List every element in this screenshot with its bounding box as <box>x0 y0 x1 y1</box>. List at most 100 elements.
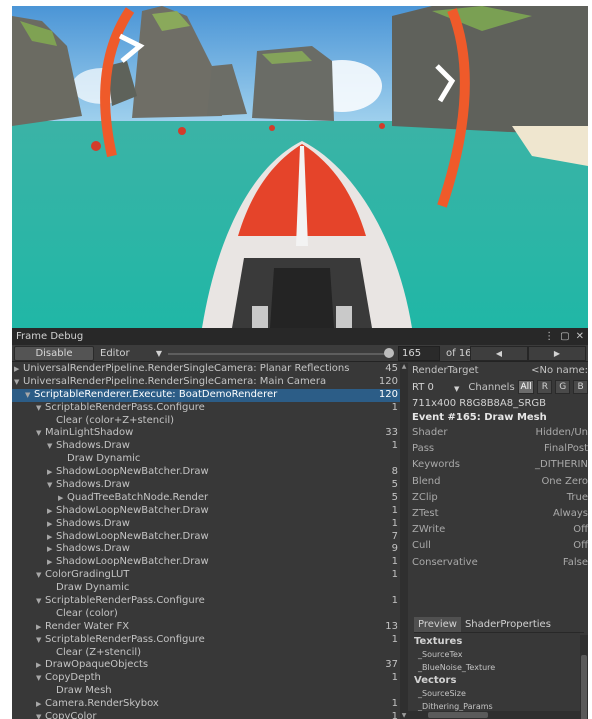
expanded-arrow-icon[interactable]: ▼ <box>36 402 45 415</box>
window-menu-icon[interactable]: ⋮ <box>544 331 554 342</box>
tree-row[interactable]: ▶ ShadowLoopNewBatcher.Draw 1 <box>12 505 400 518</box>
event-slider-thumb[interactable] <box>384 348 394 358</box>
event-properties: Shader Hidden/Un Pass FinalPost Keywords _DIT… <box>412 425 588 571</box>
previous-event-button[interactable]: ◀ <box>470 346 528 361</box>
tree-row[interactable]: Draw Mesh <box>12 685 400 698</box>
details-horizontal-scrollbar[interactable] <box>408 711 580 719</box>
maximize-icon[interactable]: ▢ <box>560 331 569 342</box>
tree-row-count: 120 <box>378 388 398 400</box>
scrollbar-thumb[interactable] <box>428 712 488 718</box>
tab-shader-properties[interactable]: ShaderProperties <box>461 617 555 632</box>
mode-dropdown[interactable]: Editor ▼ <box>100 346 164 361</box>
collapsed-arrow-icon[interactable]: ▶ <box>36 698 45 711</box>
collapsed-arrow-icon[interactable]: ▶ <box>47 518 56 531</box>
tree-row-label: ColorGradingLUT <box>45 569 130 581</box>
tree-row[interactable]: ▼ Shadows.Draw 1 <box>12 440 400 453</box>
property-label: Cull <box>412 540 431 552</box>
tree-row-label: Clear (color+Z+stencil) <box>56 414 175 426</box>
tree-row[interactable]: ▶ QuadTreeBatchNode.Render 5 <box>12 492 400 505</box>
shader-property-item[interactable]: _SourceTex <box>414 648 576 661</box>
chevron-down-icon: ▼ <box>155 348 162 358</box>
tree-row[interactable]: ▶ ShadowLoopNewBatcher.Draw 8 <box>12 466 400 479</box>
channel-r-button[interactable]: R <box>537 380 553 394</box>
shader-property-item[interactable]: _BlueNoise_Texture <box>414 661 576 674</box>
tree-row-count: 33 <box>385 427 398 439</box>
collapsed-arrow-icon[interactable]: ▶ <box>58 492 67 505</box>
collapsed-arrow-icon[interactable]: ▶ <box>47 543 56 556</box>
expanded-arrow-icon[interactable]: ▼ <box>36 634 45 647</box>
shader-property-item[interactable]: _SourceSize <box>414 687 576 700</box>
tree-row[interactable]: ▶ Render Water FX 13 <box>12 621 400 634</box>
window-title[interactable]: Frame Debug <box>16 331 83 342</box>
collapsed-arrow-icon[interactable]: ▶ <box>47 531 56 544</box>
tree-row[interactable]: ▼ ScriptableRenderPass.Configure 1 <box>12 634 400 647</box>
tree-row[interactable]: ▶ Camera.RenderSkybox 1 <box>12 698 400 711</box>
expanded-arrow-icon[interactable]: ▼ <box>47 479 56 492</box>
tree-row[interactable]: ▼ ScriptableRenderPass.Configure 1 <box>12 595 400 608</box>
property-value: Always <box>552 507 588 519</box>
property-value: _DITHERIN <box>535 459 588 471</box>
channels-label: Channels <box>468 381 515 393</box>
expanded-arrow-icon[interactable]: ▼ <box>36 569 45 582</box>
tree-row[interactable]: Clear (color) <box>12 608 400 621</box>
expanded-arrow-icon[interactable]: ▼ <box>36 672 45 685</box>
scrollbar-thumb[interactable] <box>581 655 587 719</box>
collapsed-arrow-icon[interactable]: ▶ <box>47 505 56 518</box>
scroll-down-icon[interactable]: ▼ <box>400 712 408 719</box>
tree-row[interactable]: ▶ DrawOpaqueObjects 37 <box>12 659 400 672</box>
next-event-button[interactable]: ▶ <box>528 346 586 361</box>
tab-preview[interactable]: Preview <box>414 617 461 632</box>
tree-row-count: 8 <box>391 466 398 478</box>
tree-row-count: 5 <box>391 491 398 503</box>
property-value: Off <box>573 540 588 552</box>
tree-row[interactable]: ▶ ShadowLoopNewBatcher.Draw 7 <box>12 531 400 544</box>
tree-row[interactable]: ▶ UniversalRenderPipeline.RenderSingleCam… <box>12 363 400 376</box>
event-slider-track[interactable] <box>168 353 390 355</box>
collapsed-arrow-icon[interactable]: ▶ <box>47 556 56 569</box>
disable-button[interactable]: Disable <box>14 345 94 361</box>
tree-row[interactable]: ▶ Shadows.Draw 1 <box>12 518 400 531</box>
tree-row[interactable]: ▼ ColorGradingLUT 1 <box>12 569 400 582</box>
tree-scrollbar[interactable]: ▲ ▼ <box>400 363 408 719</box>
property-label: Keywords <box>412 459 460 471</box>
tree-row[interactable]: ▼ UniversalRenderPipeline.RenderSingleCam… <box>12 376 400 389</box>
expanded-arrow-icon[interactable]: ▼ <box>47 440 56 453</box>
details-panel: RenderTarget <No name: RT 0 ▼ Channels A… <box>408 363 588 719</box>
channel-g-button[interactable]: G <box>555 380 571 394</box>
tree-row[interactable]: ▼ ScriptableRenderer.Execute: BoatDemoRen… <box>12 388 400 402</box>
tree-row[interactable]: ▼ CopyDepth 1 <box>12 672 400 685</box>
render-target-value[interactable]: <No name: <box>531 363 588 379</box>
event-number-field[interactable]: 165 <box>398 346 440 361</box>
tree-row[interactable]: Draw Dynamic <box>12 582 400 595</box>
tree-row[interactable]: ▼ Shadows.Draw 5 <box>12 479 400 492</box>
property-row: Shader Hidden/Un <box>412 425 588 441</box>
expanded-arrow-icon[interactable]: ▼ <box>36 427 45 440</box>
tree-row[interactable]: ▼ CopyColor 1 <box>12 711 400 719</box>
render-target-format: 711x400 R8G8B8A8_SRGB <box>412 398 547 409</box>
expanded-arrow-icon[interactable]: ▼ <box>36 595 45 608</box>
expanded-arrow-icon[interactable]: ▼ <box>36 711 45 719</box>
channel-b-button[interactable]: B <box>573 380 588 394</box>
expanded-arrow-icon[interactable]: ▼ <box>25 389 34 402</box>
tree-row[interactable]: Clear (color+Z+stencil) <box>12 415 400 428</box>
scroll-up-icon[interactable]: ▲ <box>400 363 408 370</box>
tree-row[interactable]: ▼ MainLightShadow 33 <box>12 427 400 440</box>
close-icon[interactable]: ✕ <box>576 331 584 342</box>
event-title: Event #165: Draw Mesh <box>412 412 547 423</box>
collapsed-arrow-icon[interactable]: ▶ <box>14 363 23 376</box>
collapsed-arrow-icon[interactable]: ▶ <box>36 659 45 672</box>
tree-row[interactable]: ▶ ShadowLoopNewBatcher.Draw 1 <box>12 556 400 569</box>
channel-all-button[interactable]: All <box>517 380 535 394</box>
tree-row[interactable]: ▼ ScriptableRenderPass.Configure 1 <box>12 402 400 415</box>
expanded-arrow-icon[interactable]: ▼ <box>14 376 23 389</box>
tree-row[interactable]: Clear (Z+stencil) <box>12 647 400 660</box>
property-label: Shader <box>412 427 448 438</box>
tree-row-label: MainLightShadow <box>45 427 134 439</box>
shader-properties-scrollbar[interactable] <box>580 635 588 719</box>
render-target-select[interactable]: RT 0 ▼ <box>412 382 459 393</box>
tree-row[interactable]: ▶ Shadows.Draw 9 <box>12 543 400 556</box>
tree-row-label: UniversalRenderPipeline.RenderSingleCame… <box>23 375 327 387</box>
tree-row[interactable]: Draw Dynamic <box>12 453 400 466</box>
collapsed-arrow-icon[interactable]: ▶ <box>47 466 56 479</box>
collapsed-arrow-icon[interactable]: ▶ <box>36 621 45 634</box>
